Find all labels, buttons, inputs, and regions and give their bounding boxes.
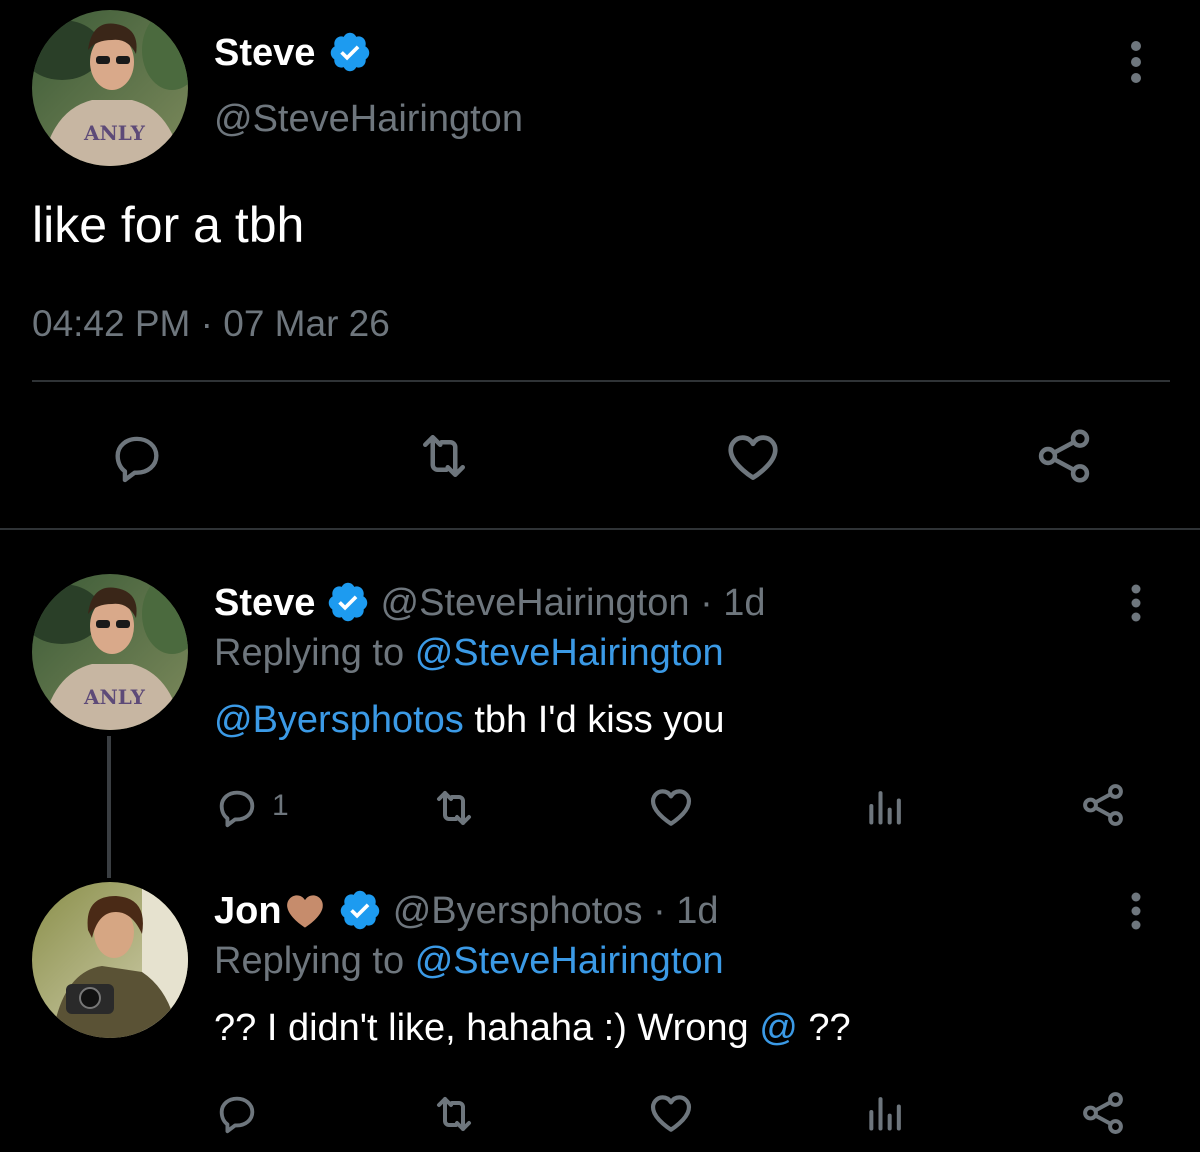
avatar-steve-image: ANLY (32, 10, 188, 166)
replying-to-label: Replying to (214, 632, 405, 674)
share-icon[interactable] (1078, 1088, 1128, 1138)
like-icon[interactable] (646, 782, 696, 832)
avatar-jon[interactable] (32, 882, 188, 1038)
divider (0, 528, 1200, 530)
mention-link[interactable]: @Byersphotos (214, 699, 464, 741)
reply1-replying-to: Replying to @SteveHairington (214, 630, 724, 676)
reply2-text: ?? I didn't like, hahaha :) Wrong @ ?? (214, 1004, 851, 1052)
main-author-name-row: Steve (214, 30, 372, 76)
share-icon[interactable] (1078, 780, 1128, 830)
replying-to-handle[interactable]: @SteveHairington (415, 632, 724, 674)
retweet-icon[interactable] (428, 1090, 480, 1138)
reply2-time: · 1d (653, 890, 719, 932)
reply2-body-end: ?? (797, 1007, 851, 1049)
mention-link[interactable]: @ (759, 1007, 798, 1049)
more-vertical-icon[interactable] (1124, 584, 1148, 622)
main-author-handle[interactable]: @SteveHairington (214, 96, 523, 142)
reply2-body-start: ?? I didn't like, hahaha :) Wrong (214, 1007, 760, 1049)
reply1-text: @Byersphotos tbh I'd kiss you (214, 696, 725, 744)
retweet-icon[interactable] (412, 426, 476, 486)
reply2-replying-to: Replying to @SteveHairington (214, 938, 724, 984)
reply-count: 1 (272, 789, 289, 822)
divider (32, 380, 1170, 382)
verified-badge-icon (340, 890, 380, 930)
reply1-time: · 1d (700, 582, 766, 624)
share-icon[interactable] (1032, 424, 1096, 488)
reply2-author-handle[interactable]: @Byersphotos (393, 890, 643, 932)
avatar-jon-image (32, 882, 188, 1038)
replying-to-handle[interactable]: @SteveHairington (415, 940, 724, 982)
analytics-icon[interactable] (864, 1090, 908, 1134)
reply1-body: tbh I'd kiss you (463, 699, 725, 741)
verified-badge-icon (330, 32, 370, 72)
brown-heart-icon (286, 895, 323, 928)
svg-text:ANLY: ANLY (83, 685, 146, 709)
reply2-header: Jon @Byersphotos · 1d (214, 888, 719, 934)
verified-badge-icon (328, 582, 368, 622)
retweet-icon[interactable] (428, 784, 480, 832)
analytics-icon[interactable] (864, 784, 908, 828)
avatar-steve-main[interactable]: ANLY (32, 10, 188, 166)
more-vertical-icon[interactable] (1124, 40, 1148, 84)
reply-icon[interactable] (214, 1090, 260, 1136)
like-icon[interactable] (646, 1088, 696, 1138)
thread-line (107, 736, 111, 878)
reply1-author-handle[interactable]: @SteveHairington (381, 582, 690, 624)
like-icon[interactable] (722, 426, 784, 488)
more-vertical-icon[interactable] (1124, 892, 1148, 930)
svg-text:ANLY: ANLY (83, 121, 146, 145)
author-name[interactable]: Steve (214, 32, 315, 74)
avatar-steve-image: ANLY (32, 574, 188, 730)
reply-icon[interactable] (108, 428, 166, 486)
reply1-header: Steve @SteveHairington · 1d (214, 580, 766, 626)
replying-to-label: Replying to (214, 940, 405, 982)
tweet-timestamp: 04:42 PM · 07 Mar 26 (32, 303, 390, 344)
reply2-author-name[interactable]: Jon (214, 890, 282, 932)
avatar-steve-reply[interactable]: ANLY (32, 574, 188, 730)
reply1-author-name[interactable]: Steve (214, 582, 315, 624)
tweet-text: like for a tbh (32, 197, 305, 253)
reply-icon[interactable] (214, 784, 260, 830)
